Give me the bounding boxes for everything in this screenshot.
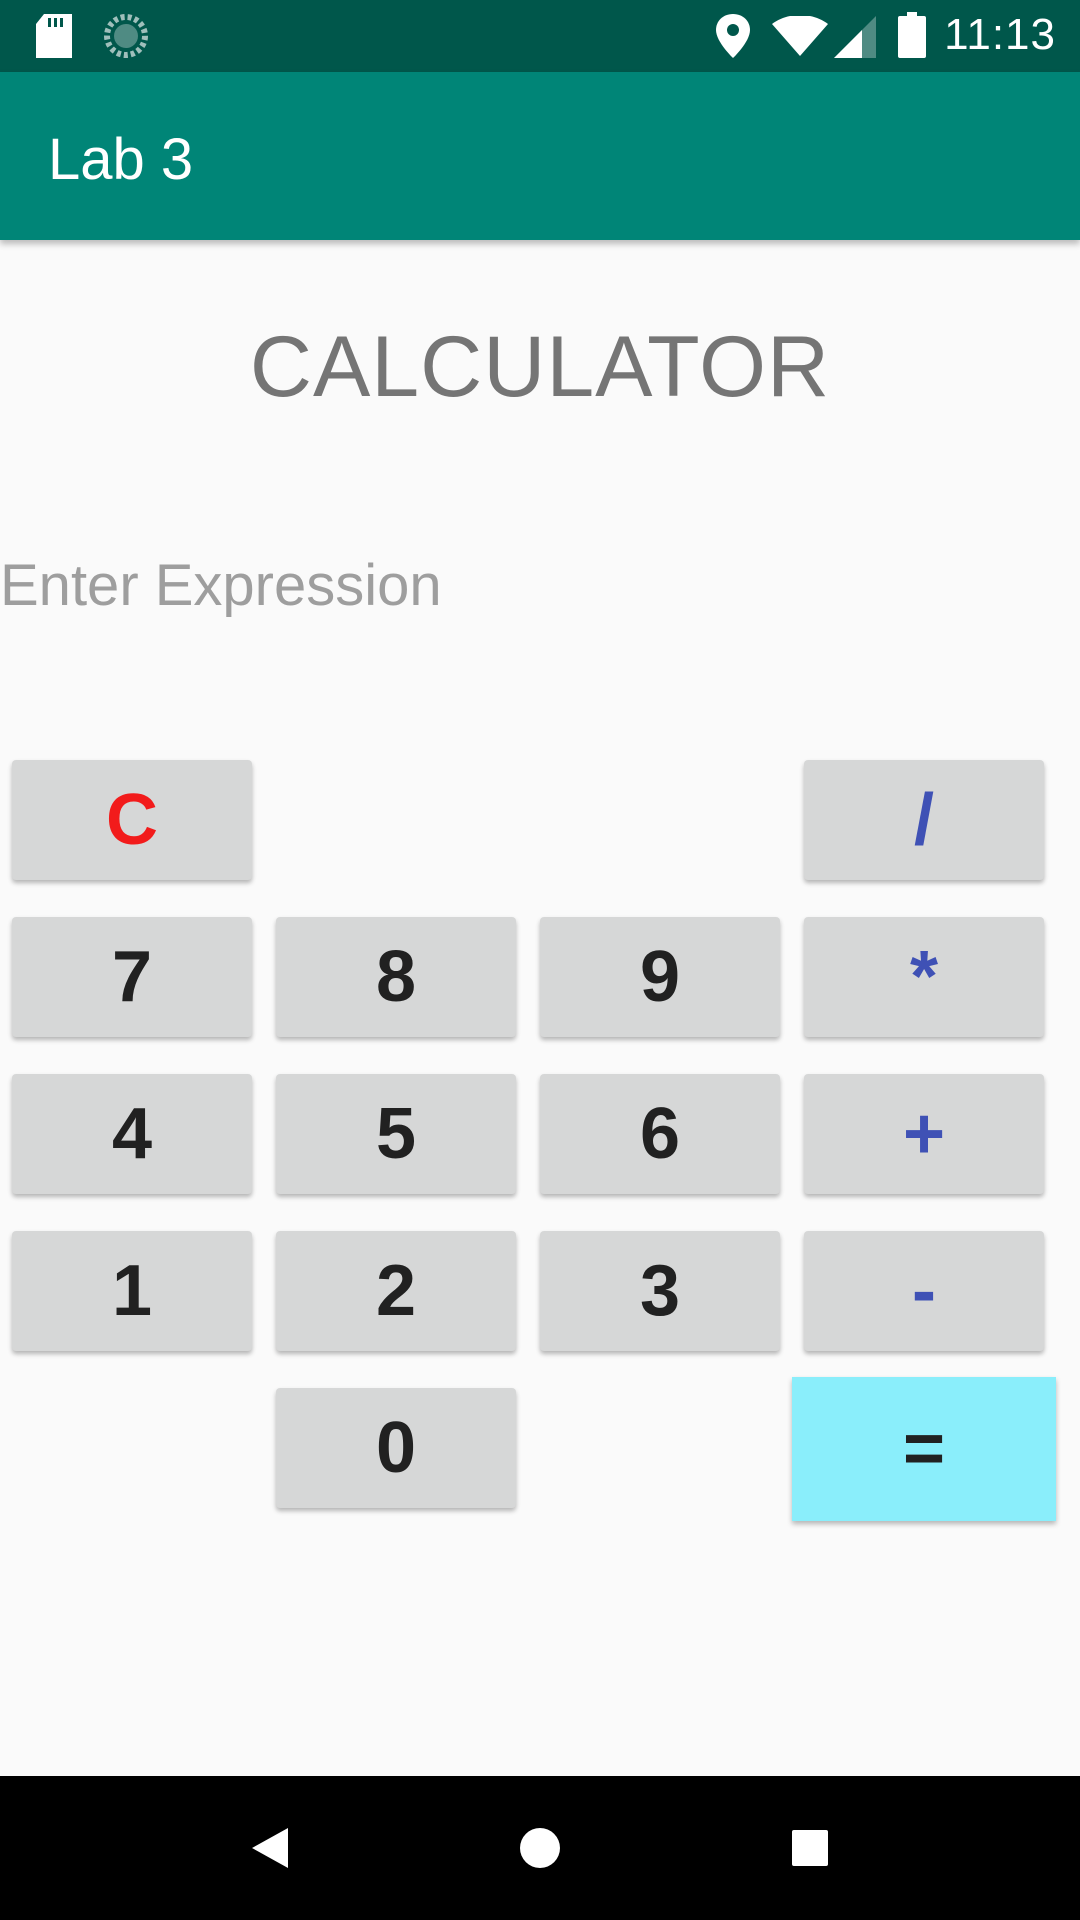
clear-button[interactable]: C — [12, 760, 252, 880]
equals-button[interactable]: = — [792, 1377, 1056, 1521]
app-bar: Lab 3 — [0, 72, 1080, 240]
status-bar: 11:13 — [0, 0, 1080, 72]
digit-0-button[interactable]: 0 — [276, 1388, 516, 1508]
navigation-bar — [0, 1776, 1080, 1920]
digit-9-button[interactable]: 9 — [540, 917, 780, 1037]
digit-3-button[interactable]: 3 — [540, 1231, 780, 1351]
digit-8-button[interactable]: 8 — [276, 917, 516, 1037]
digit-1-button[interactable]: 1 — [12, 1231, 252, 1351]
app-title: Lab 3 — [48, 127, 194, 192]
sync-icon — [104, 14, 148, 63]
expression-input[interactable] — [0, 540, 1080, 630]
digit-7-button[interactable]: 7 — [12, 917, 252, 1037]
divide-button[interactable]: / — [804, 760, 1044, 880]
minus-button[interactable]: - — [804, 1231, 1044, 1351]
recents-icon[interactable] — [792, 1830, 828, 1871]
page-title: CALCULATOR — [249, 319, 831, 415]
back-icon[interactable] — [252, 1828, 288, 1873]
digit-6-button[interactable]: 6 — [540, 1074, 780, 1194]
digit-5-button[interactable]: 5 — [276, 1074, 516, 1194]
sd-card-icon — [36, 14, 72, 63]
plus-button[interactable]: + — [804, 1074, 1044, 1194]
digit-4-button[interactable]: 4 — [12, 1074, 252, 1194]
digit-2-button[interactable]: 2 — [276, 1231, 516, 1351]
multiply-button[interactable]: * — [804, 917, 1044, 1037]
home-icon[interactable] — [520, 1828, 560, 1873]
clock: 11:13 — [944, 10, 1056, 59]
